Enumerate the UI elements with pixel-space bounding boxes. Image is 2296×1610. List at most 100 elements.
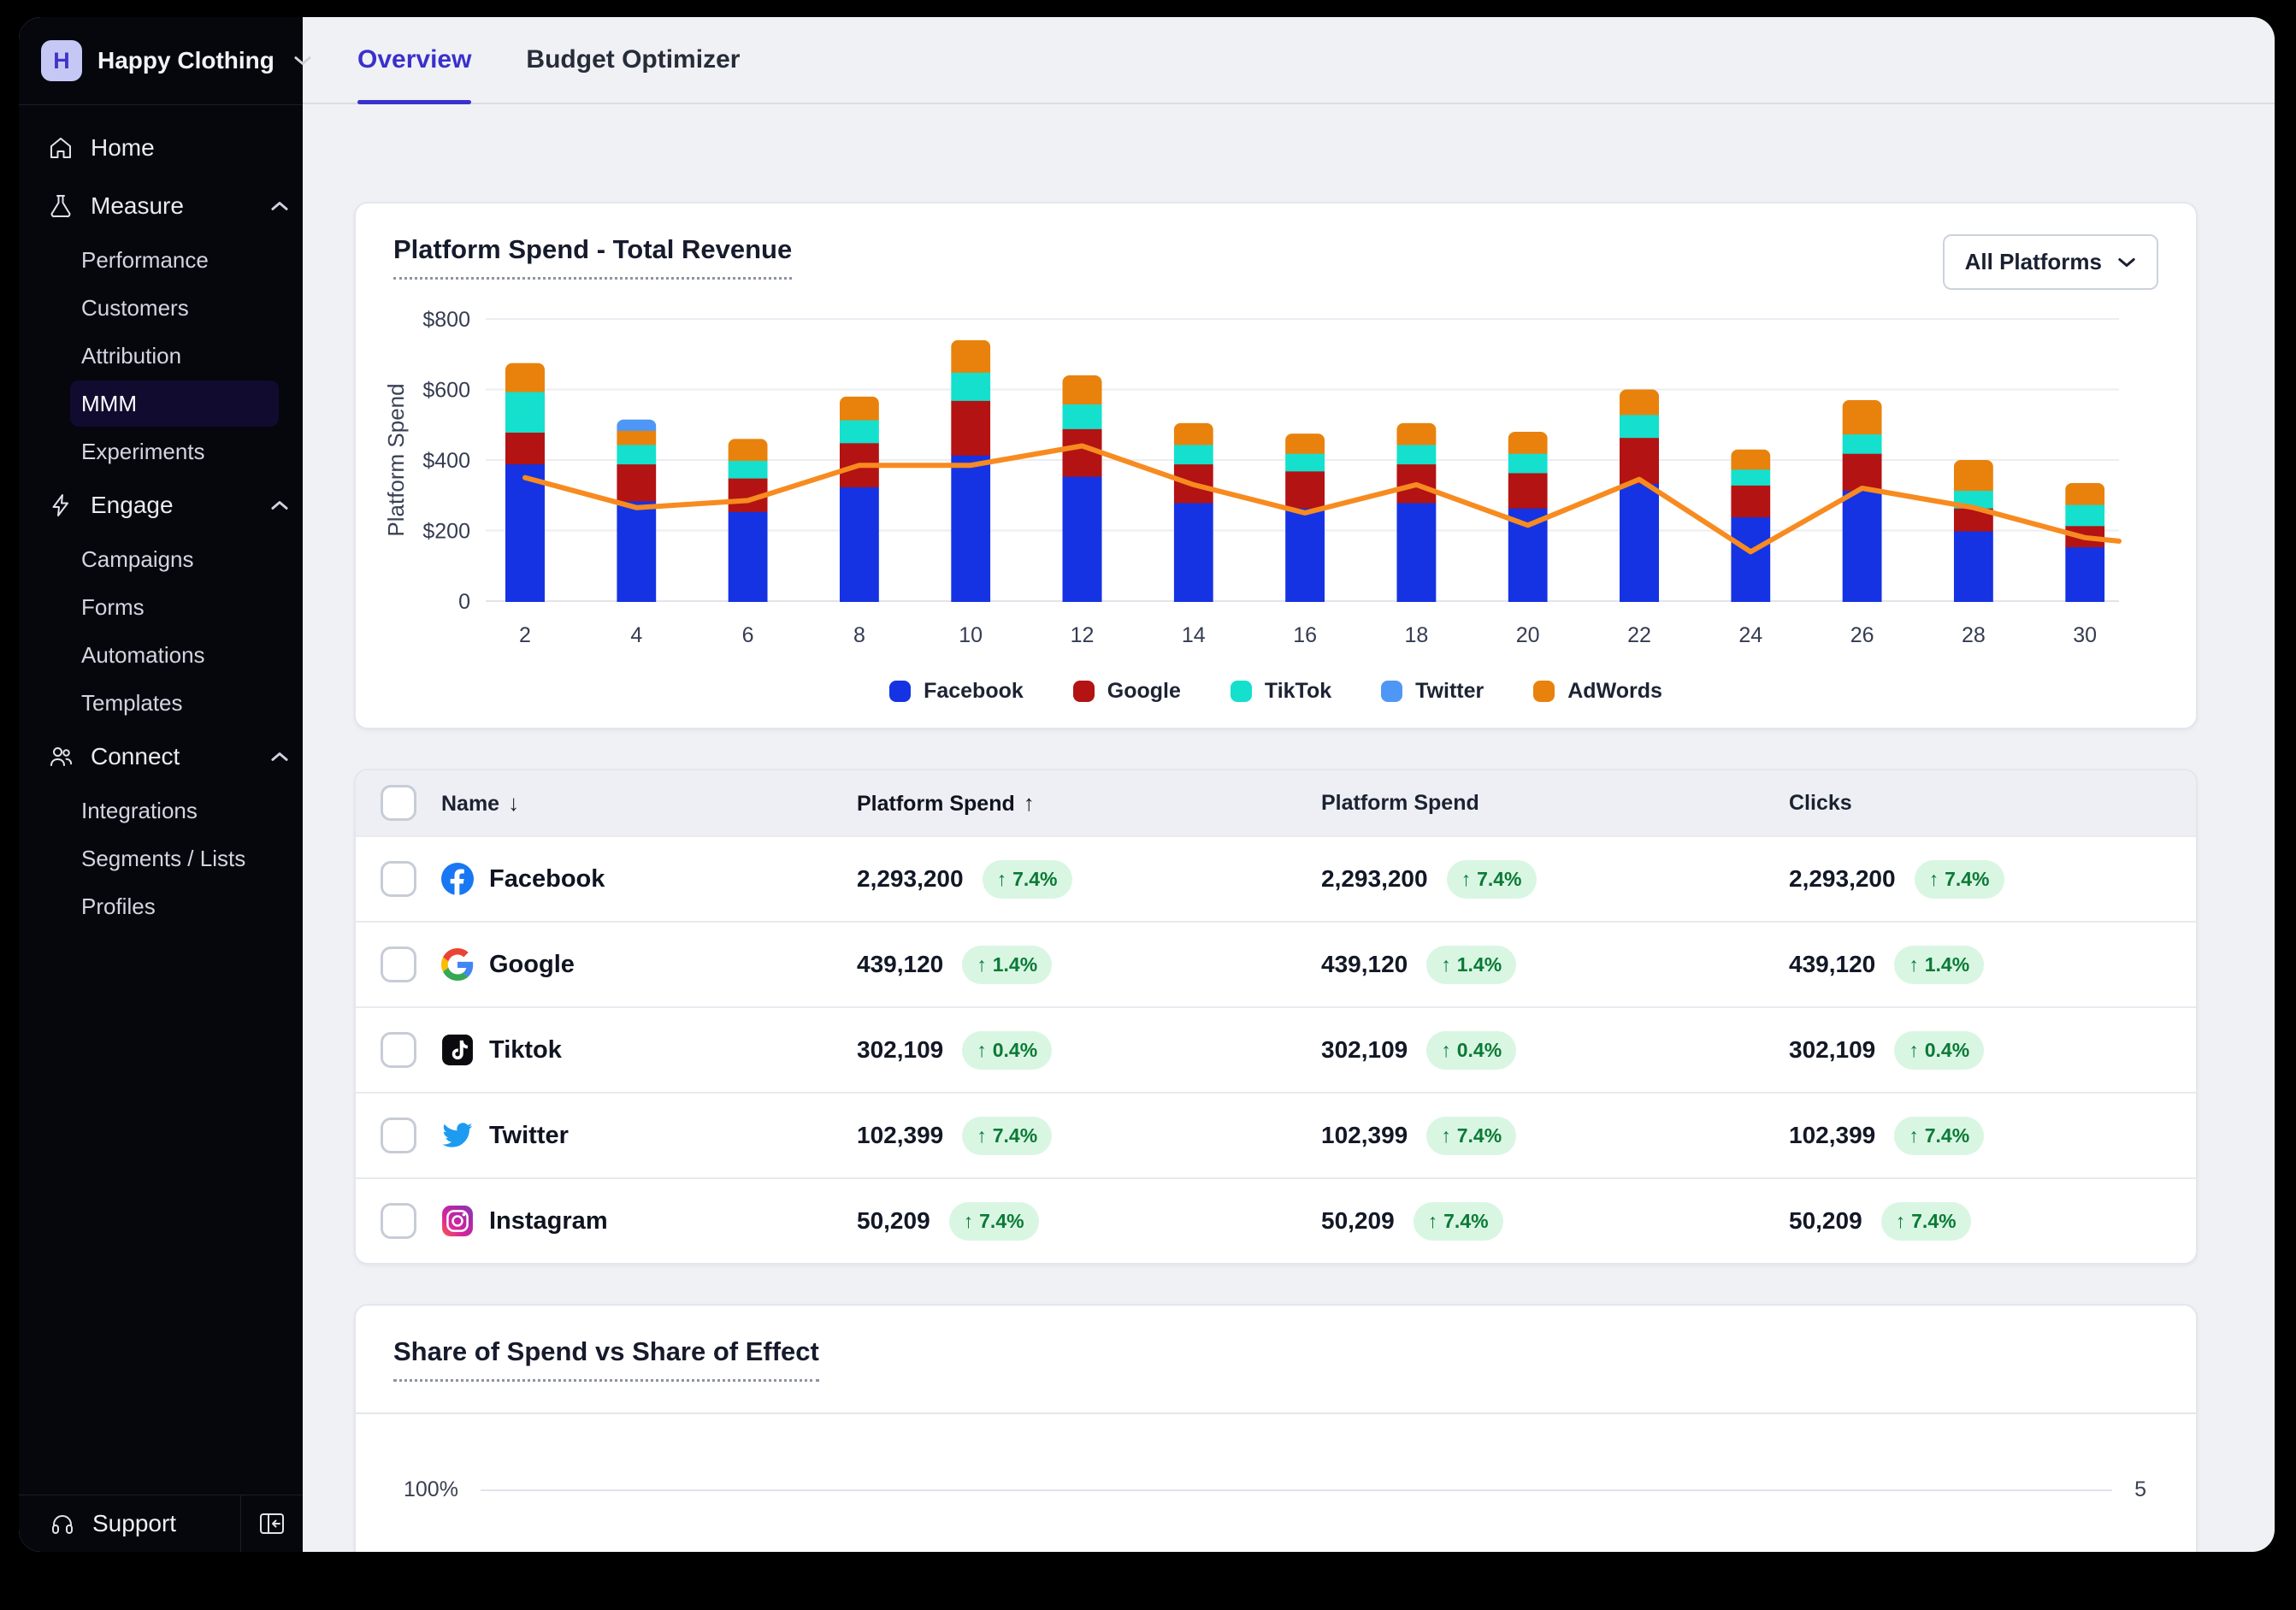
sidebar-subitem-forms[interactable]: Forms bbox=[70, 584, 279, 630]
delta-badge: ↑7.4% bbox=[949, 1202, 1039, 1241]
sidebar-subitem-profiles[interactable]: Profiles bbox=[70, 883, 279, 929]
metric-value: 102,399 bbox=[857, 1122, 943, 1149]
bar-12[interactable] bbox=[1063, 375, 1102, 602]
delta-value: 7.4% bbox=[1012, 868, 1057, 891]
row-checkbox[interactable] bbox=[381, 947, 416, 982]
segment-tiktok bbox=[1620, 414, 1659, 438]
select-all-checkbox[interactable] bbox=[381, 785, 416, 821]
bar-8[interactable] bbox=[840, 397, 879, 602]
metric-cell: 302,109↑0.4% bbox=[1789, 1031, 2196, 1070]
bar-26[interactable] bbox=[1843, 400, 1882, 602]
legend-item-facebook[interactable]: Facebook bbox=[889, 679, 1024, 704]
bar-24[interactable] bbox=[1731, 450, 1770, 602]
tab-overview[interactable]: Overview bbox=[357, 17, 471, 103]
x-tick-label: 6 bbox=[742, 623, 754, 647]
x-tick-label: 10 bbox=[959, 623, 983, 647]
metric-value: 302,109 bbox=[1789, 1036, 1875, 1064]
sidebar-subitem-automations[interactable]: Automations bbox=[70, 632, 279, 678]
platform-name-cell: Facebook bbox=[441, 863, 857, 895]
sidebar-item-engage[interactable]: Engage bbox=[19, 476, 303, 534]
bar-4[interactable] bbox=[617, 420, 656, 602]
sidebar-item-home[interactable]: Home bbox=[19, 119, 303, 177]
sidebar-subitem-label: MMM bbox=[81, 391, 137, 417]
sidebar: H Happy Clothing Home Measure Performance C… bbox=[19, 17, 303, 1552]
sort-desc-icon: ↓ bbox=[508, 790, 519, 816]
row-checkbox[interactable] bbox=[381, 861, 416, 897]
arrow-up-icon: ↑ bbox=[1441, 1039, 1451, 1062]
x-tick-label: 28 bbox=[1962, 623, 1986, 647]
bar-18[interactable] bbox=[1396, 423, 1436, 602]
column-header-label: Platform Spend bbox=[857, 792, 1015, 816]
segment-google bbox=[1620, 437, 1659, 484]
column-header-platform-spend[interactable]: Platform Spend bbox=[1321, 791, 1789, 816]
sidebar-item-support[interactable]: Support bbox=[19, 1495, 240, 1552]
delta-value: 0.4% bbox=[993, 1039, 1037, 1062]
chevron-up-icon bbox=[270, 200, 289, 212]
metric-cell: 439,120↑1.4% bbox=[857, 946, 1321, 984]
sidebar-subitem-integrations[interactable]: Integrations bbox=[70, 787, 279, 834]
legend-item-twitter[interactable]: Twitter bbox=[1381, 679, 1484, 704]
x-tick-label: 4 bbox=[630, 623, 642, 647]
segment-adwords bbox=[1954, 460, 1993, 491]
column-header-name[interactable]: Name↓ bbox=[441, 790, 857, 817]
bar-14[interactable] bbox=[1174, 423, 1213, 602]
sidebar-item-label: Connect bbox=[91, 743, 180, 770]
segment-adwords bbox=[505, 363, 545, 392]
sidebar-subitem-label: Performance bbox=[81, 247, 209, 274]
platform-filter-label: All Platforms bbox=[1965, 249, 2102, 275]
row-checkbox[interactable] bbox=[381, 1118, 416, 1153]
collapse-sidebar-button[interactable] bbox=[240, 1495, 303, 1552]
sidebar-subitem-label: Segments / Lists bbox=[81, 846, 245, 872]
platform-name: Google bbox=[489, 951, 575, 979]
sidebar-subitem-attribution[interactable]: Attribution bbox=[70, 333, 279, 379]
sidebar-subitem-segments-lists[interactable]: Segments / Lists bbox=[70, 835, 279, 882]
x-tick-label: 22 bbox=[1627, 623, 1651, 647]
bar-6[interactable] bbox=[729, 439, 768, 602]
segment-facebook bbox=[1843, 490, 1882, 602]
sidebar-item-connect[interactable]: Connect bbox=[19, 728, 303, 786]
sidebar-subitem-customers[interactable]: Customers bbox=[70, 285, 279, 331]
bar-22[interactable] bbox=[1620, 390, 1659, 603]
segment-google bbox=[1843, 453, 1882, 491]
metric-value: 2,293,200 bbox=[857, 865, 964, 893]
row-checkbox[interactable] bbox=[381, 1203, 416, 1239]
legend-item-adwords[interactable]: AdWords bbox=[1533, 679, 1662, 704]
sidebar-item-label: Measure bbox=[91, 192, 184, 220]
arrow-up-icon: ↑ bbox=[1909, 1039, 1919, 1062]
platform-filter-dropdown[interactable]: All Platforms bbox=[1943, 234, 2158, 290]
table-row-facebook: Facebook2,293,200↑7.4%2,293,200↑7.4%2,29… bbox=[356, 835, 2196, 921]
legend-item-google[interactable]: Google bbox=[1073, 679, 1181, 704]
sidebar-subitem-campaigns[interactable]: Campaigns bbox=[70, 536, 279, 582]
metric-value: 439,120 bbox=[1321, 951, 1408, 978]
x-tick-label: 8 bbox=[853, 623, 865, 647]
segment-adwords bbox=[1731, 450, 1770, 470]
sidebar-subitem-performance[interactable]: Performance bbox=[70, 237, 279, 283]
sidebar-subitem-mmm[interactable]: MMM bbox=[70, 380, 279, 427]
delta-value: 7.4% bbox=[1443, 1210, 1488, 1233]
metric-value: 50,209 bbox=[1321, 1207, 1395, 1235]
bar-16[interactable] bbox=[1285, 433, 1325, 602]
sidebar-subitem-label: Templates bbox=[81, 690, 183, 717]
delta-value: 7.4% bbox=[1457, 1124, 1502, 1147]
y-axis-label: Platform Spend bbox=[383, 383, 409, 536]
x-tick-label: 30 bbox=[2073, 623, 2097, 647]
metric-cell: 102,399↑7.4% bbox=[1789, 1117, 2196, 1155]
tab-budget-optimizer[interactable]: Budget Optimizer bbox=[526, 17, 740, 103]
row-checkbox[interactable] bbox=[381, 1032, 416, 1068]
sidebar-item-measure[interactable]: Measure bbox=[19, 177, 303, 235]
segment-adwords bbox=[1063, 375, 1102, 404]
bar-28[interactable] bbox=[1954, 460, 1993, 602]
sidebar-subitem-templates[interactable]: Templates bbox=[70, 680, 279, 726]
main-area: OverviewBudget Optimizer Platform Spend … bbox=[303, 17, 2275, 1552]
bar-30[interactable] bbox=[2065, 483, 2104, 602]
workspace-switcher[interactable]: H Happy Clothing bbox=[19, 17, 303, 105]
column-header-clicks[interactable]: Clicks bbox=[1789, 791, 2196, 816]
segment-google bbox=[1508, 472, 1548, 508]
bar-10[interactable] bbox=[951, 340, 990, 602]
delta-badge: ↑7.4% bbox=[1414, 1202, 1503, 1241]
column-header-platform-spend[interactable]: Platform Spend↑ bbox=[857, 790, 1321, 817]
legend-item-tiktok[interactable]: TikTok bbox=[1231, 679, 1331, 704]
segment-facebook bbox=[840, 487, 879, 602]
workspace-logo: H bbox=[41, 40, 82, 81]
sidebar-subitem-experiments[interactable]: Experiments bbox=[70, 428, 279, 475]
